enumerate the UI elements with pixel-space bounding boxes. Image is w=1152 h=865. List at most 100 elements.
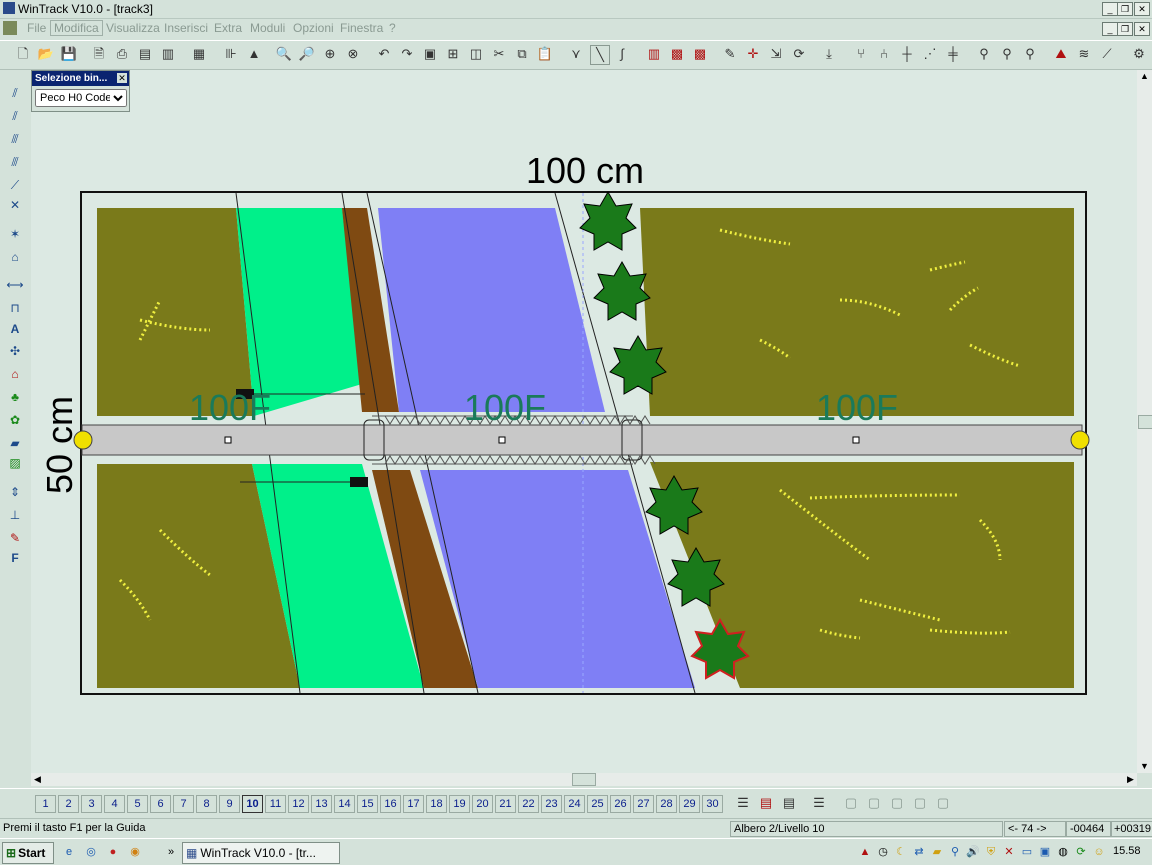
tool-font-icon[interactable]: F — [5, 549, 25, 567]
tray-user-icon[interactable]: ☺ — [1092, 845, 1106, 859]
rotate-icon[interactable]: ⟳ — [790, 45, 808, 63]
layer-button-16[interactable]: 16 — [380, 795, 401, 813]
landscape-icon[interactable]: ▲ — [245, 45, 263, 63]
printer-setup-icon[interactable]: ▤ — [136, 45, 154, 63]
menu-modifica[interactable]: Modifica — [50, 20, 103, 36]
layer-button-17[interactable]: 17 — [403, 795, 424, 813]
layer-button-15[interactable]: 15 — [357, 795, 378, 813]
turnout-right-icon[interactable]: ⑃ — [875, 45, 893, 63]
settings-icon[interactable]: ⚙ — [1130, 45, 1148, 63]
layer-button-28[interactable]: 28 — [656, 795, 677, 813]
media-icon[interactable]: ● — [106, 845, 120, 859]
document-icon[interactable] — [3, 21, 17, 35]
zoom-out-icon[interactable]: 🔍 — [275, 45, 293, 63]
layer-view-5-icon[interactable]: ▢ — [934, 794, 952, 812]
redo-icon[interactable]: ↷ — [398, 45, 416, 63]
tool-slope-icon[interactable]: ⟋ — [5, 176, 25, 194]
vertical-scrollbar[interactable]: ▲ ▼ — [1137, 70, 1152, 773]
measure-icon[interactable]: ⊪ — [222, 45, 240, 63]
tray-app-icon[interactable]: ▣ — [1038, 845, 1052, 859]
print-icon[interactable]: ⎙ — [113, 45, 131, 63]
layers-icon[interactable]: ☰ — [734, 794, 752, 812]
vertical-scroll-thumb[interactable] — [1138, 415, 1152, 429]
layout-drawing[interactable]: 100 cm 50 cm 100F 100F 100F — [31, 70, 1137, 773]
zoom-window-icon[interactable]: ⊕ — [321, 45, 339, 63]
close-button[interactable]: ✕ — [1134, 2, 1150, 16]
start-button[interactable]: ⊞ Start — [2, 842, 54, 864]
layer-button-4[interactable]: 4 — [104, 795, 125, 813]
track-tool-icon[interactable]: ⋎ — [567, 45, 585, 63]
tool-height-icon[interactable]: ⇕ — [5, 483, 25, 501]
doc-restore-button[interactable]: ❐ — [1117, 22, 1133, 36]
layer-button-30[interactable]: 30 — [702, 795, 723, 813]
library-icon[interactable]: ▦ — [190, 45, 208, 63]
layer-button-29[interactable]: 29 — [679, 795, 700, 813]
find-icon[interactable]: ⚲ — [975, 45, 993, 63]
terrain-icon[interactable]: ⛰ — [1052, 45, 1070, 63]
layer-button-12[interactable]: 12 — [288, 795, 309, 813]
tray-moon-icon[interactable]: ☾ — [894, 845, 908, 859]
layer-button-3[interactable]: 3 — [81, 795, 102, 813]
panel-icon[interactable]: ◫ — [467, 45, 485, 63]
layer-button-5[interactable]: 5 — [127, 795, 148, 813]
scroll-right-icon[interactable]: ▶ — [1124, 773, 1137, 786]
layer-button-13[interactable]: 13 — [311, 795, 332, 813]
paste-icon[interactable]: 📋 — [536, 45, 554, 63]
straight-track-icon[interactable]: ┼ — [898, 45, 916, 63]
layer-view-2-icon[interactable]: ▢ — [865, 794, 883, 812]
tray-folder-icon[interactable]: ▰ — [930, 845, 944, 859]
horizontal-scroll-thumb[interactable] — [572, 773, 596, 786]
layer-button-6[interactable]: 6 — [150, 795, 171, 813]
crossing-icon[interactable]: ╪ — [944, 45, 962, 63]
undo-icon[interactable]: ↶ — [375, 45, 393, 63]
open-icon[interactable]: 📂 — [37, 45, 55, 63]
tool-straight-icon[interactable]: ⫽ — [5, 84, 25, 102]
layer-view-4-icon[interactable]: ▢ — [911, 794, 929, 812]
tray-volume-icon[interactable]: 🔊 — [966, 845, 980, 859]
layer-button-11[interactable]: 11 — [265, 795, 286, 813]
menu-moduli[interactable]: Moduli — [250, 21, 285, 35]
tray-search-icon[interactable]: ⚲ — [948, 845, 962, 859]
doc-minimize-button[interactable]: _ — [1102, 22, 1118, 36]
tool-curve-icon[interactable]: ⫽ — [5, 107, 25, 125]
tool-ground-icon[interactable]: ▰ — [5, 434, 25, 452]
tool-turnout-icon[interactable]: ⫻ — [5, 130, 25, 148]
scroll-left-icon[interactable]: ◀ — [31, 773, 44, 786]
find-red-icon[interactable]: ⚲ — [1021, 45, 1039, 63]
connect-icon[interactable]: ✛ — [744, 45, 762, 63]
tray-disk-icon[interactable]: ◍ — [1056, 845, 1070, 859]
layer-button-7[interactable]: 7 — [173, 795, 194, 813]
tool-pin-icon[interactable]: ✣ — [5, 342, 25, 360]
tool-signal-icon[interactable]: ✶ — [5, 225, 25, 243]
scroll-up-icon[interactable]: ▲ — [1138, 70, 1151, 83]
tray-clock-icon[interactable]: ◷ — [876, 845, 890, 859]
new-icon[interactable]: 🗋 — [14, 45, 32, 63]
flex-track-icon[interactable]: ⋰ — [921, 45, 939, 63]
tray-update-icon[interactable]: ⟳ — [1074, 845, 1088, 859]
drawing-canvas[interactable]: 100 cm 50 cm 100F 100F 100F — [31, 70, 1137, 773]
layer-button-1[interactable]: 1 — [35, 795, 56, 813]
layer-stack-icon[interactable]: ☰ — [810, 794, 828, 812]
menu-visualizza[interactable]: Visualizza — [106, 21, 160, 35]
tool-house-icon[interactable]: ⌂ — [5, 365, 25, 383]
block-red-icon[interactable]: ▥ — [645, 45, 663, 63]
blocks-red-icon[interactable]: ▩ — [668, 45, 686, 63]
layer-button-20[interactable]: 20 — [472, 795, 493, 813]
app-icon[interactable] — [3, 2, 15, 14]
tool-plant-icon[interactable]: ✿ — [5, 411, 25, 429]
curve-tool-icon[interactable]: ∫ — [613, 45, 631, 63]
layer-button-26[interactable]: 26 — [610, 795, 631, 813]
tool-tree-icon[interactable]: ♣ — [5, 388, 25, 406]
layer-button-21[interactable]: 21 — [495, 795, 516, 813]
turnout-icon[interactable]: ⑂ — [852, 45, 870, 63]
properties-icon[interactable]: ▣ — [421, 45, 439, 63]
taskbar-wintrack[interactable]: ▦ WinTrack V10.0 - [tr... — [182, 842, 340, 864]
layer-button-14[interactable]: 14 — [334, 795, 355, 813]
tray-x-icon[interactable]: ✕ — [1002, 845, 1016, 859]
layer-red-icon[interactable]: ▤ — [757, 794, 775, 812]
layer-view-3-icon[interactable]: ▢ — [888, 794, 906, 812]
layer-button-27[interactable]: 27 — [633, 795, 654, 813]
tray-monitor-icon[interactable]: ▭ — [1020, 845, 1034, 859]
page-icon[interactable]: ▥ — [159, 45, 177, 63]
layer-button-22[interactable]: 22 — [518, 795, 539, 813]
